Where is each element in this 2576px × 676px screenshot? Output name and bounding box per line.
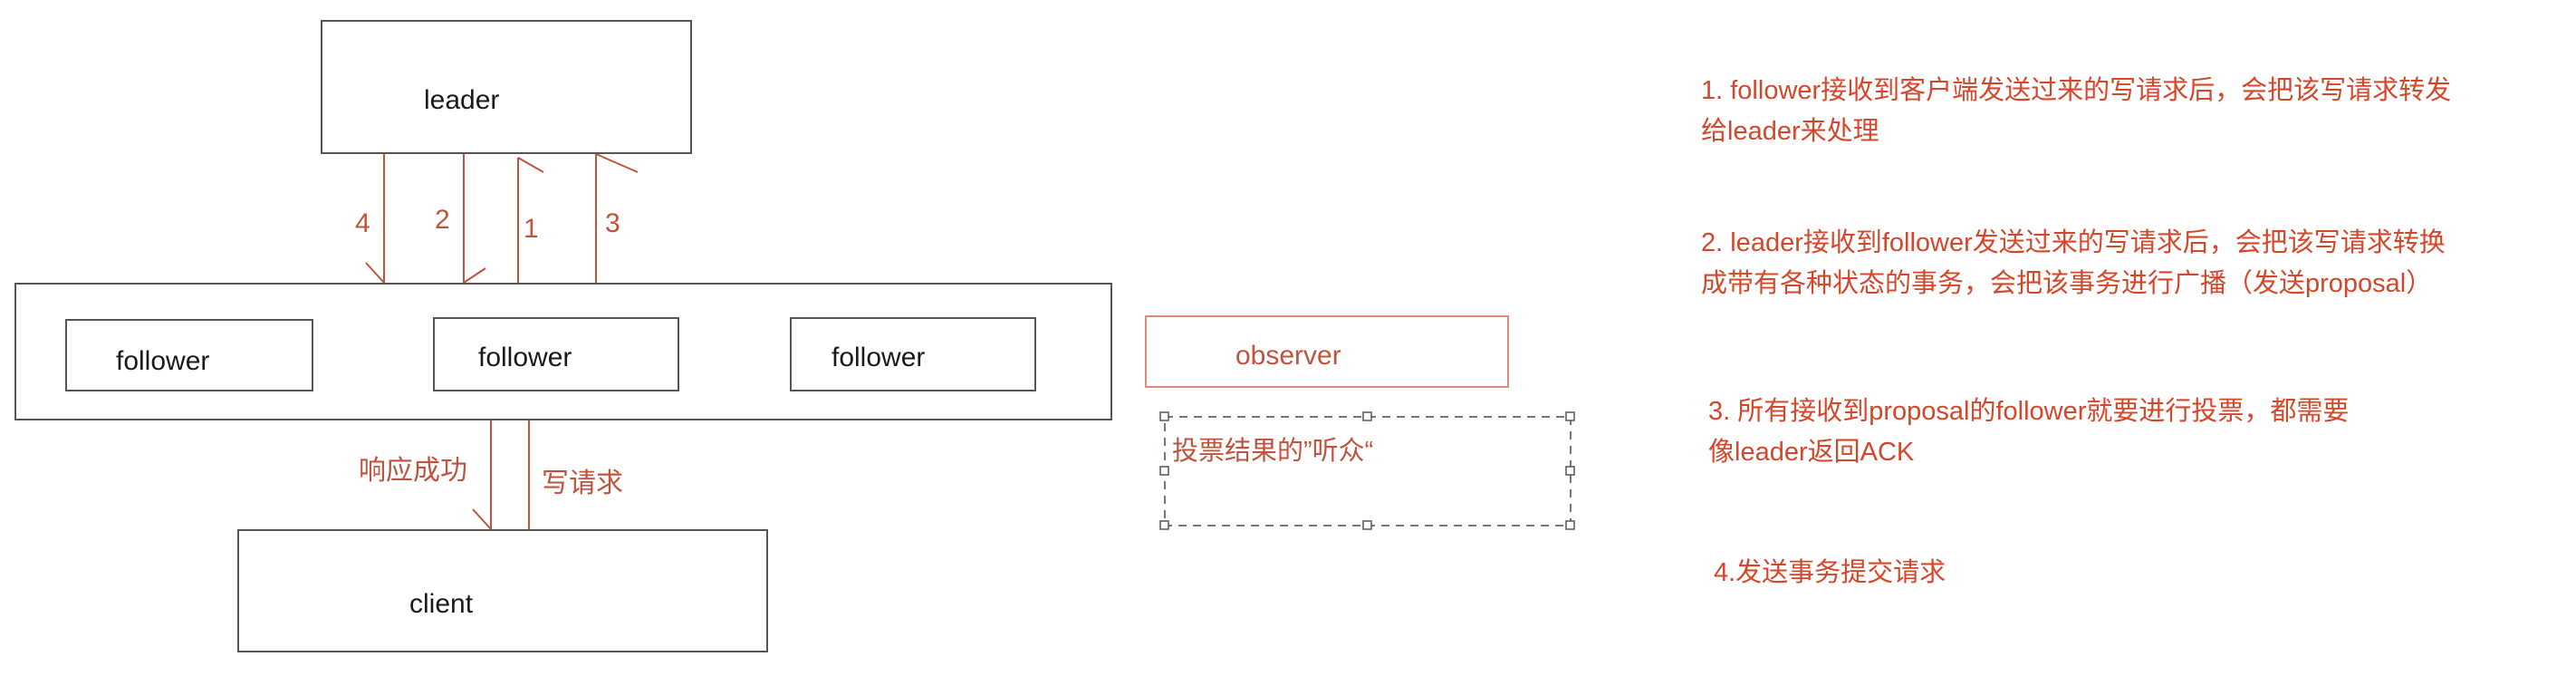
arrow-3-label: 3: [605, 208, 620, 238]
arrow-4-label: 4: [355, 208, 370, 238]
note-1-line-1: 1. follower接收到客户端发送过来的写请求后，会把该写请求转发: [1701, 76, 2452, 105]
handle-tl: [1159, 411, 1169, 421]
arrow-2-head: [463, 267, 486, 284]
note-1: 1. follower接收到客户端发送过来的写请求后，会把该写请求转发 给lea…: [1701, 71, 2451, 152]
note-2-line-1: 2. leader接收到follower发送过来的写请求后，会把该写请求转换: [1701, 228, 2446, 257]
handle-br: [1565, 520, 1575, 530]
handle-mr: [1565, 466, 1575, 476]
note-3-line-1: 3. 所有接收到proposal的follower就要进行投票，都需要: [1708, 397, 2350, 426]
note-4-line-1: 4.发送事务提交请求: [1714, 558, 1946, 587]
arrow-2-label: 2: [435, 205, 450, 235]
leader-label: leader: [424, 85, 500, 115]
arrow-1-head: [517, 157, 544, 173]
arrow-3-head: [595, 153, 639, 173]
client-node[interactable]: [237, 529, 768, 652]
handle-bm: [1362, 520, 1372, 530]
follower-right-label: follower: [831, 343, 926, 372]
handle-bl: [1159, 520, 1169, 530]
arrow-4-head: [365, 262, 385, 284]
arrow-1-label: 1: [524, 214, 539, 244]
handle-ml: [1159, 466, 1169, 476]
observer-label: observer: [1235, 341, 1341, 371]
note-2-line-2: 成带有各种状态的事务，会把该事务进行广播（发送proposal）: [1701, 269, 2433, 298]
note-3-line-2: 像leader返回ACK: [1708, 438, 1915, 467]
follower-center-label: follower: [478, 343, 572, 372]
note-1-line-2: 给leader来处理: [1701, 117, 1879, 146]
write-request-label: 写请求: [542, 468, 623, 498]
note-3: 3. 所有接收到proposal的follower就要进行投票，都需要 像lea…: [1708, 391, 2349, 473]
handle-tm: [1362, 411, 1372, 421]
observer-note: 投票结果的”听众“: [1172, 437, 1374, 466]
client-label: client: [409, 589, 474, 619]
response-arrow-head: [472, 508, 492, 530]
follower-left-label: follower: [116, 346, 210, 376]
note-2: 2. leader接收到follower发送过来的写请求后，会把该写请求转换 成…: [1701, 223, 2446, 304]
note-4: 4.发送事务提交请求: [1714, 553, 1946, 594]
response-label: 响应成功: [359, 456, 467, 486]
handle-tr: [1565, 411, 1575, 421]
leader-node[interactable]: [321, 20, 692, 154]
